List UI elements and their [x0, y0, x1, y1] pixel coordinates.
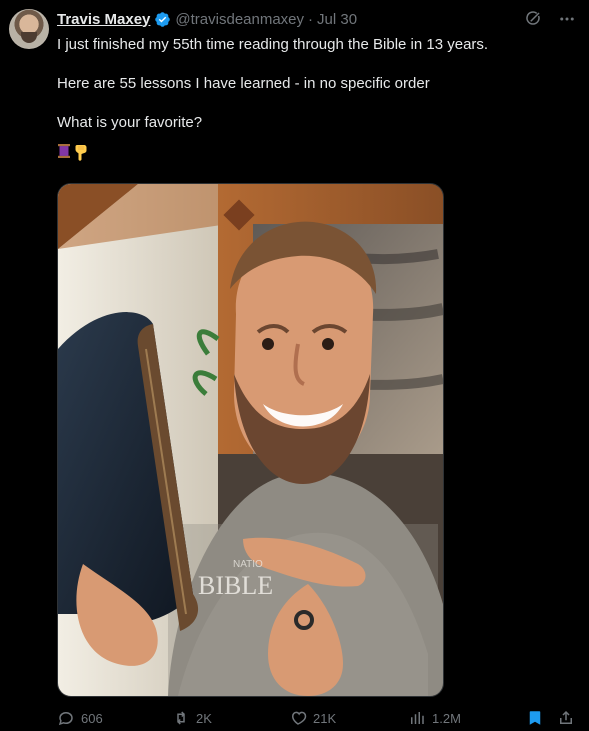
verified-badge-icon[interactable]	[154, 11, 171, 28]
tweet-top-actions	[523, 9, 577, 29]
share-icon	[560, 710, 572, 724]
tweet-header: Travis Maxey @travisdeanmaxey · Jul 30	[57, 9, 357, 29]
tweet-actions: 606 2K 21K 1.2M	[57, 708, 577, 728]
views-icon	[411, 712, 424, 724]
svg-text:BIBLE: BIBLE	[198, 571, 273, 600]
repost-count: 2K	[196, 710, 212, 726]
grok-icon[interactable]	[523, 9, 543, 29]
views-button[interactable]: 1.2M	[408, 708, 461, 728]
tweet-text: I just finished my 55th time reading thr…	[57, 35, 577, 161]
emoji-line	[57, 143, 577, 161]
post-image[interactable]: BIBLE NATIO	[57, 183, 444, 697]
reply-icon	[58, 711, 73, 726]
thread-spool-emoji-icon	[57, 143, 71, 159]
pointing-down-emoji-icon	[73, 143, 89, 161]
tweet-line-1: I just finished my 55th time reading thr…	[57, 36, 489, 53]
views-count: 1.2M	[432, 710, 461, 726]
reply-count: 606	[81, 710, 103, 726]
separator-dot: ·	[308, 10, 314, 28]
share-button[interactable]	[557, 708, 575, 728]
tweet-line-2: Here are 55 lessons I have learned - in …	[57, 75, 430, 92]
svg-text:NATIO: NATIO	[233, 559, 263, 570]
post-date[interactable]: Jul 30	[317, 11, 357, 28]
avatar[interactable]	[9, 9, 49, 49]
like-count: 21K	[313, 710, 337, 726]
tweet-line-3: What is your favorite?	[57, 114, 203, 131]
author-name[interactable]: Travis Maxey	[57, 11, 150, 28]
author-handle[interactable]: @travisdeanmaxey	[175, 11, 304, 28]
repost-icon	[177, 711, 185, 725]
bookmark-button[interactable]	[526, 708, 544, 728]
like-button[interactable]: 21K	[289, 708, 336, 728]
repost-button[interactable]: 2K	[172, 708, 212, 728]
tweet[interactable]: Travis Maxey @travisdeanmaxey · Jul 30 I…	[0, 0, 589, 731]
bookmark-icon	[529, 711, 541, 725]
reply-button[interactable]: 606	[57, 708, 103, 728]
like-icon	[291, 711, 307, 725]
more-icon[interactable]	[557, 9, 577, 29]
